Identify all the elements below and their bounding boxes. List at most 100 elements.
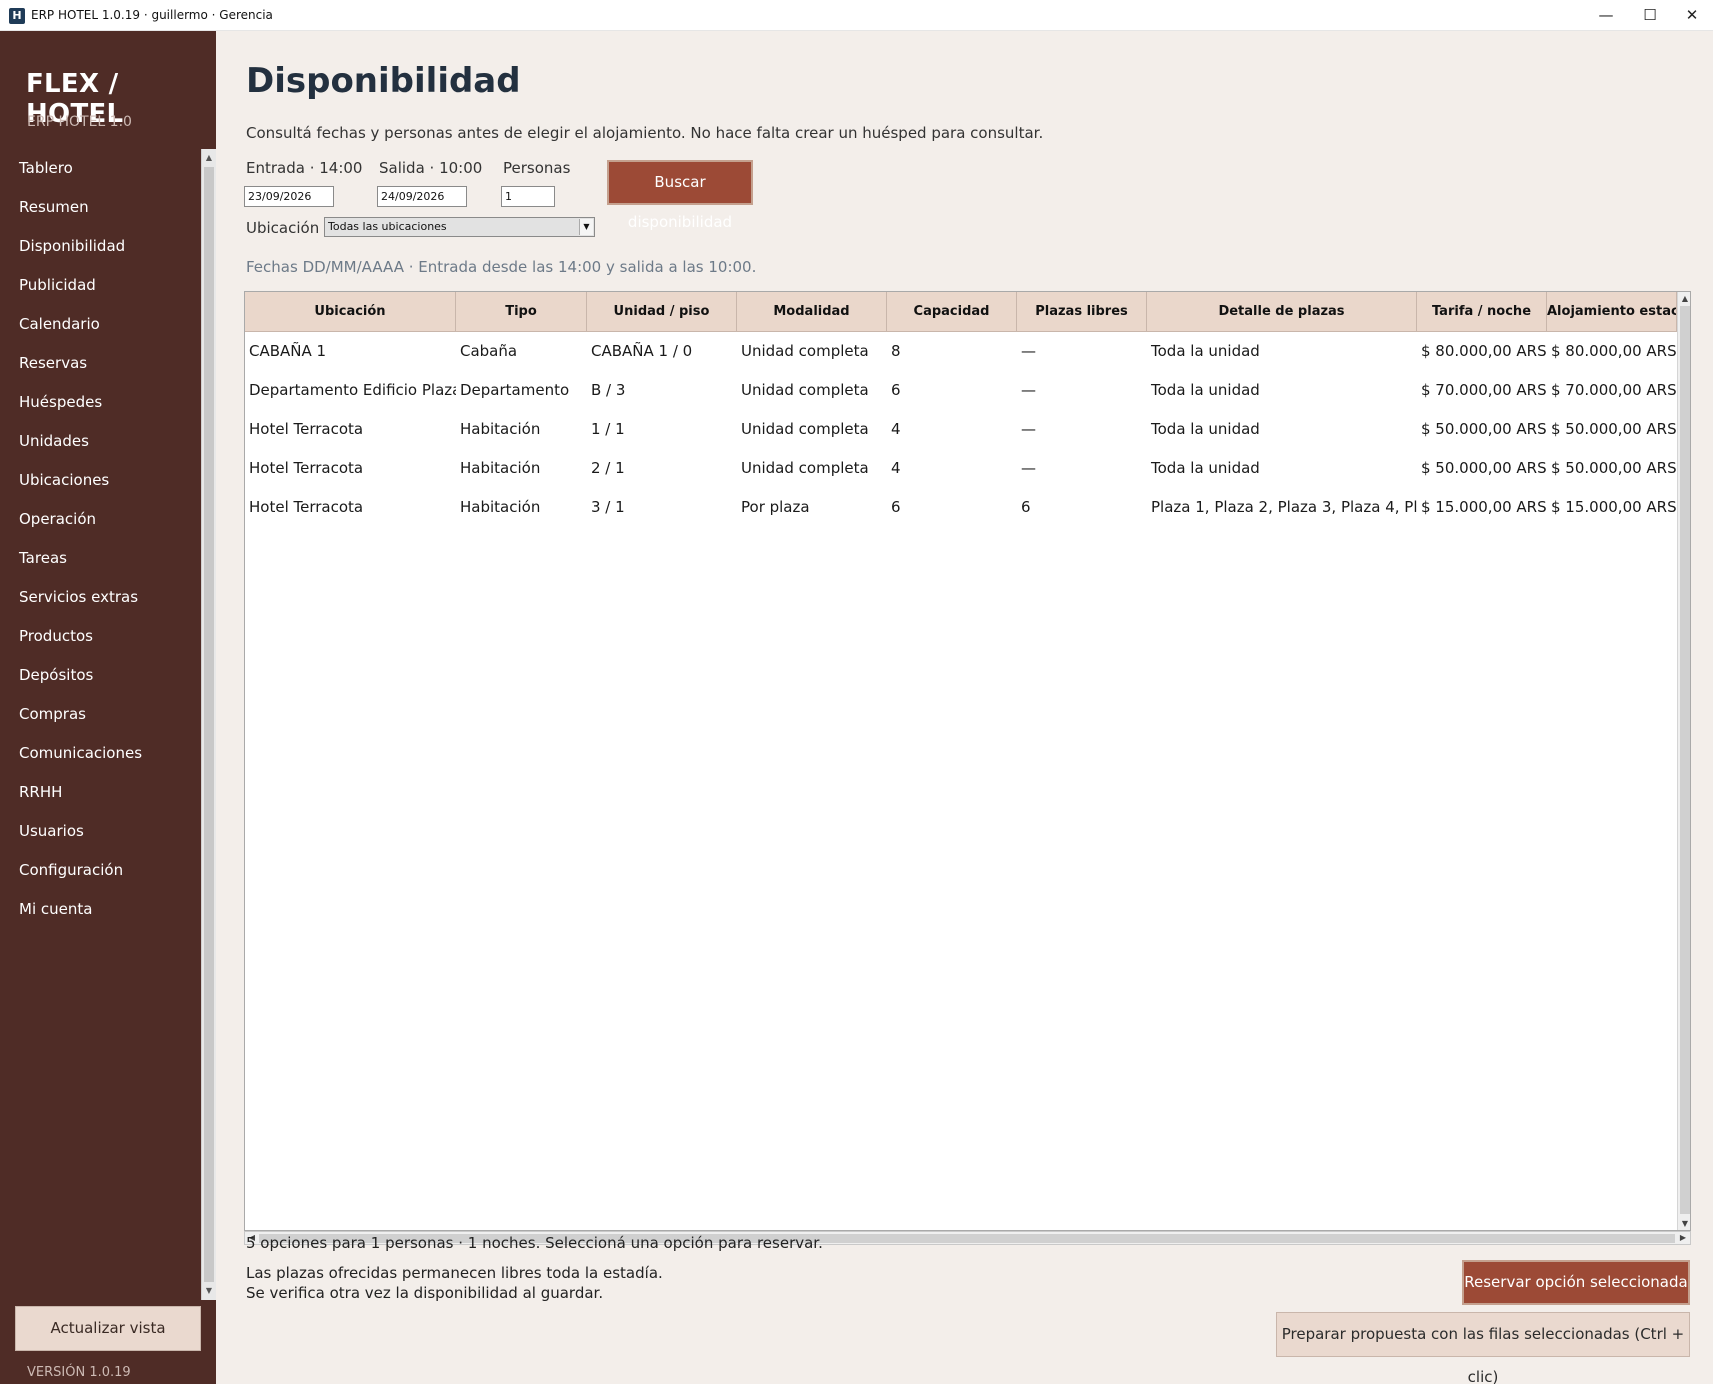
cell-alojamiento-estadia: $ 50.000,00 ARS (1551, 459, 1677, 477)
sidebar-item-resumen[interactable]: Resumen (0, 188, 201, 227)
sidebar-item-mi-cuenta[interactable]: Mi cuenta (0, 890, 201, 929)
cell-alojamiento-estadia: $ 50.000,00 ARS (1551, 420, 1677, 438)
column-header-ubicacion[interactable]: Ubicación (245, 292, 456, 332)
cell-detalle-plazas: Toda la unidad (1151, 381, 1260, 399)
checkout-date-input[interactable] (377, 186, 467, 207)
sidebar-item-compras[interactable]: Compras (0, 695, 201, 734)
cell-tipo: Departamento (460, 381, 570, 399)
column-header-unidad-piso[interactable]: Unidad / piso (587, 292, 737, 332)
cell-tarifa-noche: $ 50.000,00 ARS (1421, 420, 1547, 438)
cell-unidad-piso: B / 3 (591, 381, 626, 399)
sidebar-item-tablero[interactable]: Tablero (0, 149, 201, 188)
sidebar: FLEX / HOTEL ERP HOTEL 1.0 Tablero Resum… (0, 31, 216, 1384)
column-header-tipo[interactable]: Tipo (456, 292, 587, 332)
cell-detalle-plazas: Toda la unidad (1151, 342, 1260, 360)
scroll-right-icon[interactable]: ▶ (1676, 1231, 1690, 1245)
location-select[interactable]: Todas las ubicaciones ▼ (324, 217, 595, 237)
prepare-proposal-button[interactable]: Preparar propuesta con las filas selecci… (1276, 1312, 1690, 1384)
cell-tipo: Cabaña (460, 342, 518, 360)
cell-ubicacion: CABAÑA 1 (249, 342, 327, 360)
cell-plazas-libres: — (1021, 459, 1036, 477)
sidebar-item-comunicaciones[interactable]: Comunicaciones (0, 734, 201, 773)
cell-modalidad: Unidad completa (741, 381, 869, 399)
persons-input[interactable] (501, 186, 555, 207)
cell-plazas-libres: — (1021, 342, 1036, 360)
cell-modalidad: Unidad completa (741, 342, 869, 360)
sidebar-item-disponibilidad[interactable]: Disponibilidad (0, 227, 201, 266)
date-format-hint: Fechas DD/MM/AAAA · Entrada desde las 14… (246, 258, 757, 276)
checkout-label: Salida · 10:00 (379, 159, 483, 177)
search-availability-button[interactable]: Buscar disponibilidad (607, 160, 753, 231)
persons-label: Personas (503, 159, 571, 177)
column-header-alojamiento-estadia[interactable]: Alojamiento estac (1547, 292, 1677, 332)
sidebar-item-unidades[interactable]: Unidades (0, 422, 201, 461)
cell-unidad-piso: CABAÑA 1 / 0 (591, 342, 693, 360)
table-row[interactable]: CABAÑA 1 Cabaña CABAÑA 1 / 0 Unidad comp… (245, 332, 1677, 371)
cell-detalle-plazas: Toda la unidad (1151, 420, 1260, 438)
table-header: Ubicación Tipo Unidad / piso Modalidad C… (245, 292, 1677, 332)
column-header-detalle-plazas[interactable]: Detalle de plazas (1147, 292, 1417, 332)
sidebar-item-reservas[interactable]: Reservas (0, 344, 201, 383)
sidebar-item-operacion[interactable]: Operación (0, 500, 201, 539)
availability-table: Ubicación Tipo Unidad / piso Modalidad C… (244, 291, 1691, 1231)
scroll-up-icon[interactable]: ▲ (1678, 292, 1690, 306)
cell-modalidad: Por plaza (741, 498, 810, 516)
table-body: CABAÑA 1 Cabaña CABAÑA 1 / 0 Unidad comp… (245, 332, 1677, 527)
availability-note-line2: Se verifica otra vez la disponibilidad a… (246, 1284, 604, 1302)
sidebar-item-rrhh[interactable]: RRHH (0, 773, 201, 812)
scroll-up-icon[interactable]: ▲ (202, 151, 216, 165)
sidebar-item-huespedes[interactable]: Huéspedes (0, 383, 201, 422)
column-header-tarifa-noche[interactable]: Tarifa / noche (1417, 292, 1547, 332)
cell-modalidad: Unidad completa (741, 420, 869, 438)
scroll-down-icon[interactable]: ▼ (1678, 1217, 1690, 1230)
sidebar-item-depositos[interactable]: Depósitos (0, 656, 201, 695)
maximize-button[interactable]: ☐ (1627, 0, 1673, 31)
sidebar-item-usuarios[interactable]: Usuarios (0, 812, 201, 851)
table-row[interactable]: Departamento Edificio Plaza Departamento… (245, 371, 1677, 410)
table-vertical-scrollbar[interactable]: ▲ ▼ (1677, 292, 1690, 1230)
app-version: VERSIÓN 1.0.19 (27, 1365, 131, 1380)
reserve-selected-button[interactable]: Reservar opción seleccionada (1462, 1260, 1690, 1305)
cell-ubicacion: Hotel Terracota (249, 498, 364, 516)
sidebar-item-tareas[interactable]: Tareas (0, 539, 201, 578)
cell-alojamiento-estadia: $ 15.000,00 ARS (1551, 498, 1677, 516)
cell-tipo: Habitación (460, 420, 541, 438)
table-row[interactable]: Hotel Terracota Habitación 1 / 1 Unidad … (245, 410, 1677, 449)
sidebar-item-configuracion[interactable]: Configuración (0, 851, 201, 890)
sidebar-item-calendario[interactable]: Calendario (0, 305, 201, 344)
minimize-button[interactable]: — (1583, 0, 1629, 31)
checkin-date-input[interactable] (244, 186, 334, 207)
cell-unidad-piso: 3 / 1 (591, 498, 625, 516)
cell-tarifa-noche: $ 15.000,00 ARS (1421, 498, 1547, 516)
close-button[interactable]: ✕ (1669, 0, 1713, 31)
cell-alojamiento-estadia: $ 80.000,00 ARS (1551, 342, 1677, 360)
sidebar-item-productos[interactable]: Productos (0, 617, 201, 656)
column-header-plazas-libres[interactable]: Plazas libres (1017, 292, 1147, 332)
brand-subtitle: ERP HOTEL 1.0 (27, 114, 132, 130)
cell-modalidad: Unidad completa (741, 459, 869, 477)
sidebar-item-servicios-extras[interactable]: Servicios extras (0, 578, 201, 617)
chevron-down-icon[interactable]: ▼ (579, 219, 593, 235)
table-row[interactable]: Hotel Terracota Habitación 2 / 1 Unidad … (245, 449, 1677, 488)
column-header-capacidad[interactable]: Capacidad (887, 292, 1017, 332)
cell-plazas-libres: — (1021, 381, 1036, 399)
cell-ubicacion: Departamento Edificio Plaza (249, 381, 456, 399)
app-logo-icon: H (9, 8, 25, 24)
cell-tarifa-noche: $ 70.000,00 ARS (1421, 381, 1547, 399)
refresh-view-button[interactable]: Actualizar vista (15, 1306, 201, 1351)
table-vertical-scroll-thumb[interactable] (1680, 306, 1690, 1214)
cell-plazas-libres: — (1021, 420, 1036, 438)
sidebar-item-publicidad[interactable]: Publicidad (0, 266, 201, 305)
sidebar-item-ubicaciones[interactable]: Ubicaciones (0, 461, 201, 500)
sidebar-scrollbar[interactable]: ▲ ▼ (201, 149, 216, 1300)
window-titlebar: H ERP HOTEL 1.0.19 · guillermo · Gerenci… (0, 0, 1713, 31)
sidebar-scroll-thumb[interactable] (204, 167, 214, 1282)
results-summary: 5 opciones para 1 personas · 1 noches. S… (246, 1234, 823, 1252)
table-row[interactable]: Hotel Terracota Habitación 3 / 1 Por pla… (245, 488, 1677, 527)
scroll-down-icon[interactable]: ▼ (202, 1284, 216, 1298)
cell-unidad-piso: 1 / 1 (591, 420, 625, 438)
cell-capacidad: 4 (891, 459, 901, 477)
column-header-modalidad[interactable]: Modalidad (737, 292, 887, 332)
location-label: Ubicación (246, 219, 320, 237)
window-title: ERP HOTEL 1.0.19 · guillermo · Gerencia (31, 8, 273, 22)
